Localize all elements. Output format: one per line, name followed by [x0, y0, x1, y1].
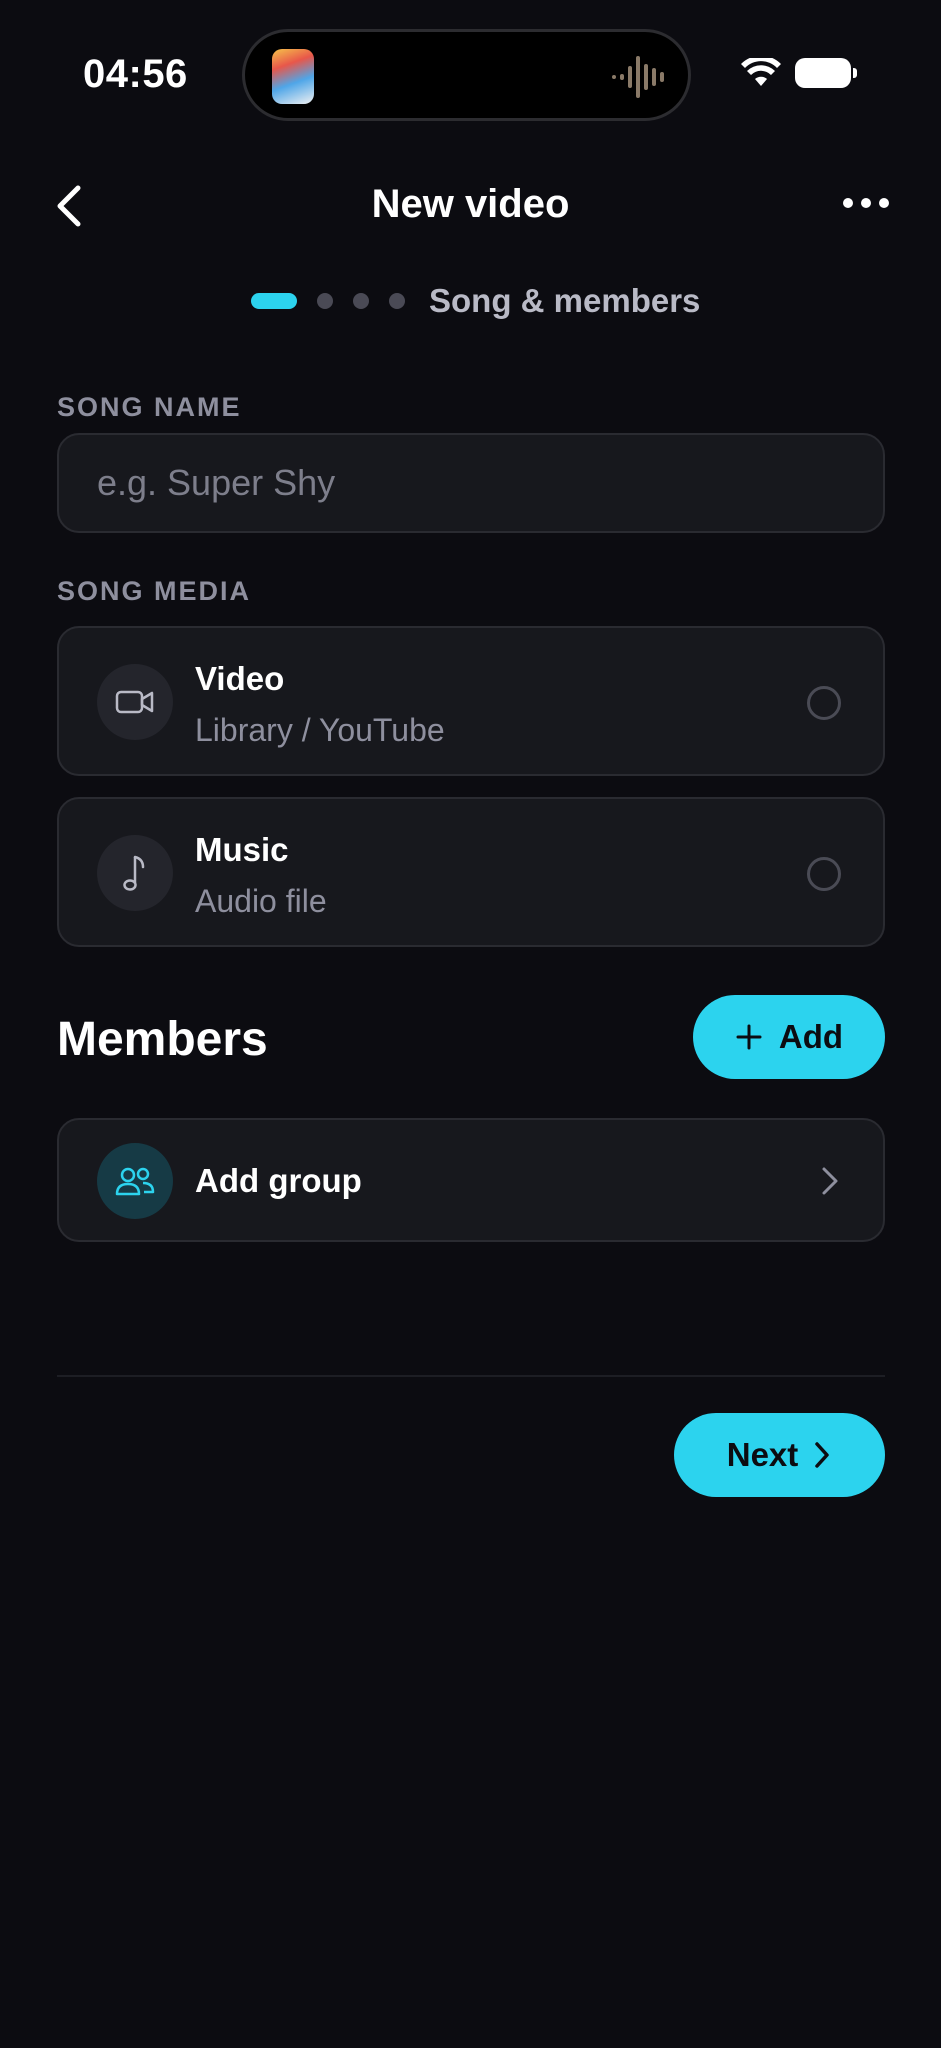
more-options-button[interactable]	[843, 198, 889, 208]
group-icon-container	[97, 1143, 173, 1219]
step-4	[389, 293, 405, 309]
status-time: 04:56	[83, 52, 188, 96]
music-radio[interactable]	[807, 857, 841, 891]
page-title: New video	[371, 182, 570, 226]
footer-divider	[57, 1375, 885, 1377]
plus-icon	[736, 1024, 762, 1050]
media-option-subtitle: Audio file	[195, 883, 327, 919]
media-option-title: Video	[195, 660, 285, 697]
wifi-icon	[741, 58, 781, 86]
audio-waveform-icon	[612, 56, 664, 98]
song-media-label: SONG MEDIA	[57, 576, 252, 606]
battery-icon	[795, 58, 857, 88]
add-group-label: Add group	[195, 1162, 362, 1199]
media-option-music[interactable]: Music Audio file	[57, 797, 885, 947]
music-note-icon	[123, 855, 145, 891]
song-name-label: SONG NAME	[57, 392, 242, 422]
media-option-subtitle: Library / YouTube	[195, 712, 445, 748]
more-dot-icon	[843, 198, 853, 208]
now-playing-artwork	[272, 49, 314, 104]
song-name-field[interactable]	[57, 433, 885, 533]
add-group-row[interactable]: Add group	[57, 1118, 885, 1242]
media-option-title: Music	[195, 831, 289, 868]
add-member-button[interactable]: Add	[693, 995, 885, 1079]
step-2	[317, 293, 333, 309]
song-name-input[interactable]	[59, 435, 883, 531]
members-heading: Members	[57, 1013, 268, 1066]
users-icon	[115, 1167, 155, 1196]
music-icon-container	[97, 835, 173, 911]
chevron-right-icon	[815, 1442, 830, 1468]
video-radio[interactable]	[807, 686, 841, 720]
video-camera-icon	[115, 690, 154, 714]
step-indicator: Song & members	[251, 282, 700, 320]
dynamic-island[interactable]	[242, 29, 691, 121]
new-video-screen: 04:56 New video Song & members SONG NAME…	[0, 0, 941, 2048]
video-icon-container	[97, 664, 173, 740]
status-icons	[741, 58, 857, 88]
step-label: Song & members	[429, 282, 701, 319]
more-dot-icon	[879, 198, 889, 208]
chevron-right-icon	[822, 1167, 838, 1195]
next-label: Next	[726, 1436, 799, 1473]
step-1-active	[251, 293, 297, 309]
add-member-label: Add	[778, 1018, 844, 1055]
step-3	[353, 293, 369, 309]
next-button[interactable]: Next	[674, 1413, 885, 1497]
more-dot-icon	[861, 198, 871, 208]
media-option-video[interactable]: Video Library / YouTube	[57, 626, 885, 776]
